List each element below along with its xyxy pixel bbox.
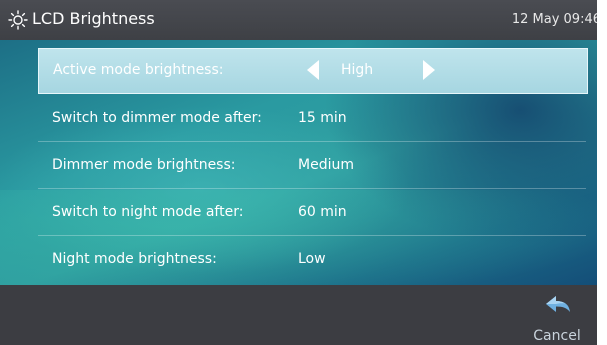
previous-value-arrow-icon[interactable] xyxy=(307,60,319,80)
device-screen: LCD Brightness 12 May 09:46 Active mode … xyxy=(0,0,597,345)
next-value-arrow-icon[interactable] xyxy=(423,60,435,80)
sun-icon xyxy=(8,10,28,30)
setting-value: Low xyxy=(298,251,326,267)
setting-row-switch-to-dimmer[interactable]: Switch to dimmer mode after: 15 min xyxy=(38,95,586,142)
back-arrow-icon xyxy=(546,296,570,312)
title-bar: LCD Brightness 12 May 09:46 xyxy=(0,0,597,40)
setting-row-switch-to-night[interactable]: Switch to night mode after: 60 min xyxy=(38,189,586,236)
setting-row-dimmer-mode-brightness[interactable]: Dimmer mode brightness: Medium xyxy=(38,142,586,189)
softkey-bar: Cancel xyxy=(0,285,597,345)
setting-label: Switch to dimmer mode after: xyxy=(52,110,262,126)
page-title: LCD Brightness xyxy=(32,9,155,28)
setting-label: Night mode brightness: xyxy=(52,251,217,267)
setting-value: High xyxy=(341,62,374,78)
setting-label: Switch to night mode after: xyxy=(52,204,244,220)
settings-panel: Active mode brightness: High Switch to d… xyxy=(0,40,597,285)
cancel-label: Cancel xyxy=(533,328,581,344)
setting-value: Medium xyxy=(298,157,354,173)
setting-label: Dimmer mode brightness: xyxy=(52,157,236,173)
date-time: 12 May 09:46 xyxy=(511,12,597,27)
setting-row-active-mode-brightness[interactable]: Active mode brightness: High xyxy=(38,48,588,94)
setting-value: 15 min xyxy=(298,110,347,126)
setting-value: 60 min xyxy=(298,204,347,220)
cancel-button[interactable]: Cancel xyxy=(527,291,587,344)
setting-row-night-mode-brightness[interactable]: Night mode brightness: Low xyxy=(38,236,586,282)
setting-label: Active mode brightness: xyxy=(53,62,224,78)
